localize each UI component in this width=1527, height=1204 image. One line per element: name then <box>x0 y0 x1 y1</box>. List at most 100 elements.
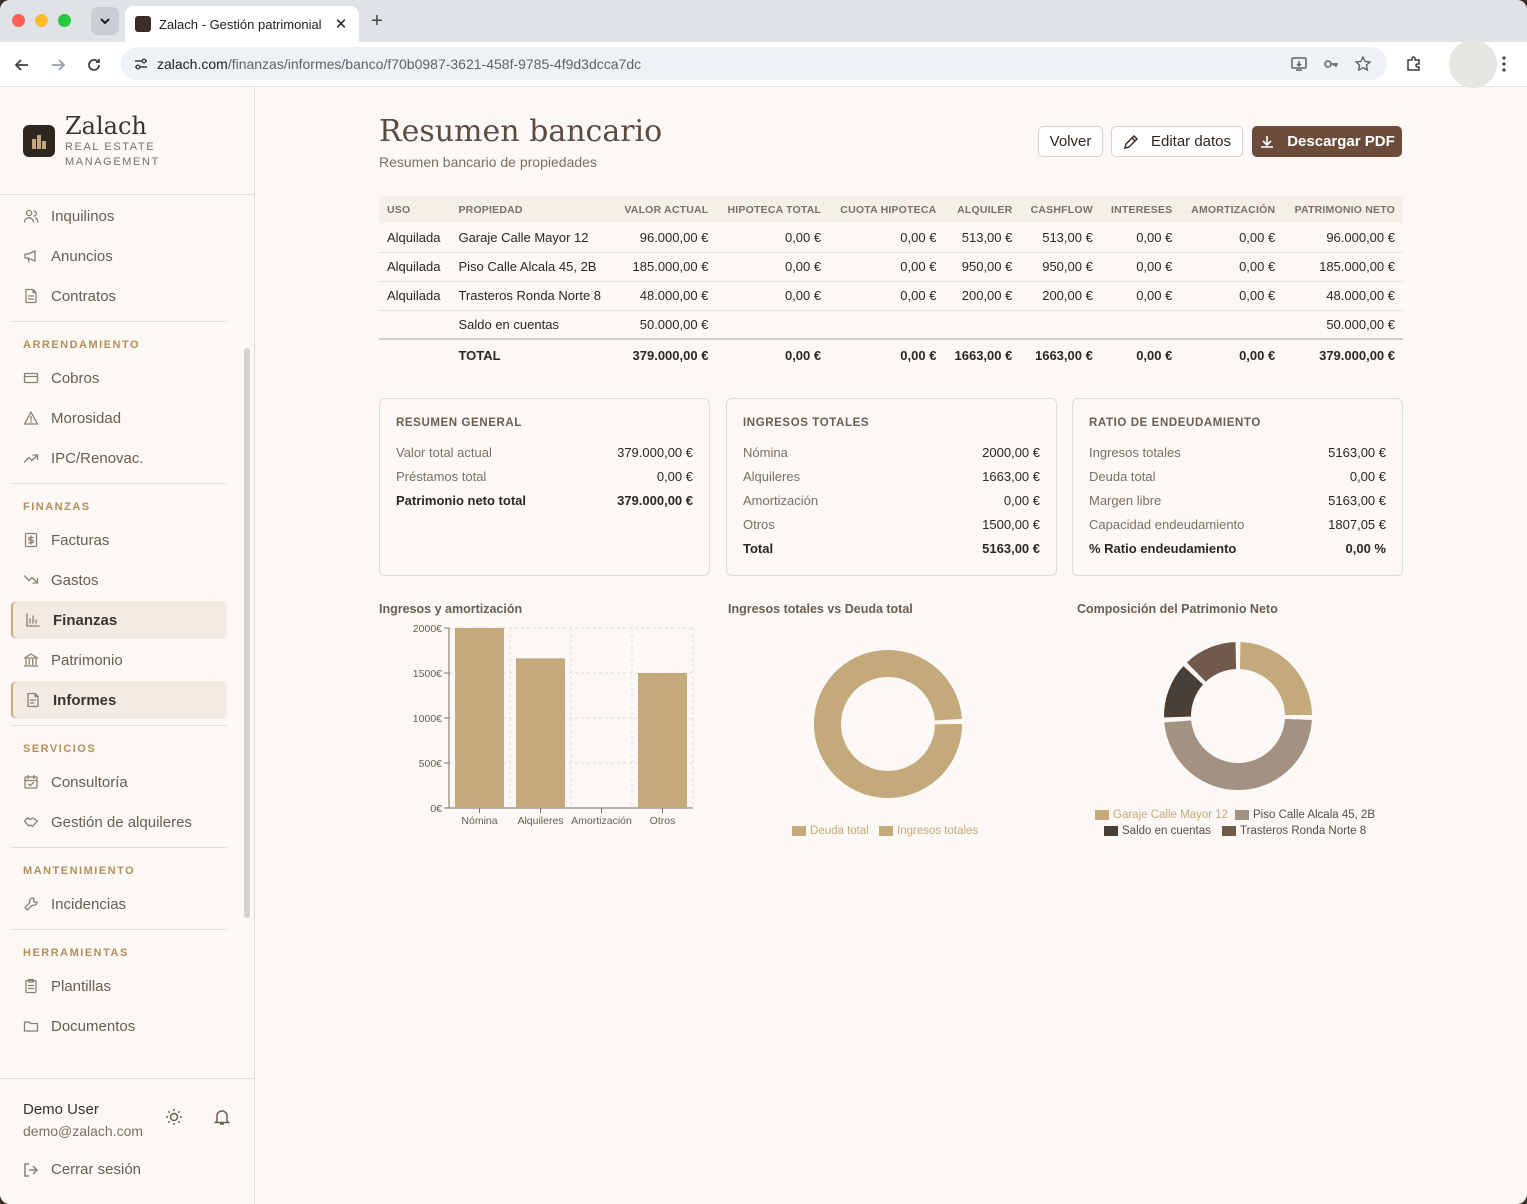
cell-patrimonio-neto: 48.000,00 € <box>1283 281 1403 311</box>
cell-cashflow: 513,00 € <box>1020 223 1101 253</box>
sidebar-item-incidencias[interactable]: Incidencias <box>11 885 227 923</box>
reload-button[interactable] <box>81 52 107 78</box>
browser-window: Zalach - Gestión patrimonial ✕ + zalach.… <box>0 0 1527 1204</box>
sidebar-item-consultoria[interactable]: Consultoría <box>11 763 227 801</box>
theme-toggle-button[interactable] <box>164 1107 184 1127</box>
cell-alquiler: 513,00 € <box>944 223 1021 253</box>
sidebar-item-ipc-renovac[interactable]: IPC/Renovac. <box>11 439 227 477</box>
column-header-propiedad[interactable]: PROPIEDAD <box>450 196 614 223</box>
sidebar-item-finanzas[interactable]: Finanzas <box>11 601 227 639</box>
key-icon[interactable] <box>1321 54 1341 74</box>
bookmark-star-icon[interactable] <box>1353 54 1373 74</box>
back-page-label: Volver <box>1049 133 1092 150</box>
trending-down-icon <box>23 572 39 588</box>
card-row: Total 5163,00 € <box>743 541 1040 557</box>
minimize-window-button[interactable] <box>35 14 48 27</box>
y-tick-label: 1500€ <box>413 668 442 680</box>
wrench-icon <box>23 896 39 912</box>
slice-piso-calle-alcala-45-2b[interactable] <box>1162 716 1314 792</box>
table-total-row: TOTAL 379.000,00 €0,00 €0,00 €1663,00 €16… <box>379 338 1403 371</box>
back-page-button[interactable]: Volver <box>1038 126 1103 157</box>
column-header-intereses[interactable]: INTERESES <box>1100 196 1181 223</box>
summary-card-resumen-general: RESUMEN GENERAL Valor total actual 379.000… <box>379 398 710 576</box>
card-row-value: 5163,00 € <box>982 541 1040 556</box>
brand-subtitle-2: MANAGEMENT <box>65 156 160 168</box>
brand[interactable]: Zalach REAL ESTATE MANAGEMENT <box>23 112 160 170</box>
cell-cuota-hipoteca: 0,00 € <box>829 252 945 282</box>
column-header-cashflow[interactable]: CASHFLOW <box>1020 196 1101 223</box>
cell-uso <box>379 310 451 340</box>
cell-alquiler: 950,00 € <box>944 252 1021 282</box>
download-pdf-label: Descargar PDF <box>1287 133 1395 150</box>
zoom-window-button[interactable] <box>58 14 71 27</box>
browser-tab[interactable]: Zalach - Gestión patrimonial ✕ <box>125 6 359 42</box>
close-tab-icon[interactable]: ✕ <box>333 15 349 33</box>
column-header-uso[interactable]: USO <box>379 196 451 223</box>
extensions-button[interactable] <box>1402 52 1426 76</box>
edit-data-button[interactable]: Editar datos <box>1111 126 1243 157</box>
cell-hipoteca-total: 0,00 € <box>716 281 830 311</box>
legend-item-trasteros-ronda-norte-8[interactable]: Trasteros Ronda Norte 8 <box>1222 825 1366 837</box>
new-tab-button[interactable]: + <box>366 10 388 32</box>
card-row: Amortización 0,00 € <box>743 493 1040 509</box>
notifications-button[interactable] <box>212 1107 232 1127</box>
arrow-right-icon <box>52 59 66 71</box>
column-header-alquiler[interactable]: ALQUILER <box>944 196 1021 223</box>
cell-cashflow: 1663,00 € <box>1020 338 1101 371</box>
sidebar-item-contratos[interactable]: Contratos <box>11 277 227 315</box>
sidebar-item-label: Finanzas <box>53 611 118 629</box>
sidebar-item-label: Anuncios <box>51 247 113 265</box>
card-row-value: 0,00 € <box>1349 469 1386 484</box>
legend-item-ingresos-totales[interactable]: Ingresos totales <box>879 825 978 837</box>
page-subtitle: Resumen bancario de propiedades <box>379 154 597 170</box>
legend-item-deuda-total[interactable]: Deuda total <box>792 825 869 837</box>
slice-garaje-calle-mayor-12[interactable] <box>1237 639 1315 718</box>
profile-avatar[interactable] <box>1449 40 1497 88</box>
card-row: Margen libre 5163,00 € <box>1089 493 1386 509</box>
sidebar-item-morosidad[interactable]: Morosidad <box>11 399 227 437</box>
cell-alquiler: 1663,00 € <box>944 338 1021 371</box>
cell-cuota-hipoteca <box>829 310 945 340</box>
close-window-button[interactable] <box>12 14 25 27</box>
address-bar[interactable]: zalach.com/finanzas/informes/banco/f70b0… <box>121 47 1387 80</box>
sidebar-item-facturas[interactable]: Facturas <box>11 521 227 559</box>
column-header-amortizacion[interactable]: AMORTIZACIÓN <box>1180 196 1284 223</box>
cell-uso: Alquilada <box>379 252 451 282</box>
column-header-cuota-hipoteca[interactable]: CUOTA HIPOTECA <box>829 196 945 223</box>
sidebar-item-documentos[interactable]: Documentos <box>11 1007 227 1045</box>
sidebar-item-informes[interactable]: Informes <box>11 681 227 719</box>
legend-item-piso-calle-alcala-45-2b[interactable]: Piso Calle Alcala 45, 2B <box>1235 809 1375 821</box>
card-row: Nómina 2000,00 € <box>743 445 1040 461</box>
card-row-value: 1807,05 € <box>1328 517 1386 532</box>
site-settings-icon[interactable] <box>131 54 151 74</box>
y-tick-label: 500€ <box>419 758 443 770</box>
sidebar-item-gastos[interactable]: Gastos <box>11 561 227 599</box>
back-button[interactable] <box>9 52 35 78</box>
column-header-patrimonio-neto[interactable]: PATRIMONIO NETO <box>1283 196 1403 223</box>
sidebar-item-label: Documentos <box>51 1017 136 1035</box>
legend-swatch <box>1235 810 1249 820</box>
forward-button[interactable] <box>45 52 71 78</box>
sidebar-scrollbar[interactable] <box>244 348 250 918</box>
cell-hipoteca-total <box>716 310 830 340</box>
cell-propiedad: Saldo en cuentas <box>450 310 614 340</box>
legend-item-saldo-en-cuentas[interactable]: Saldo en cuentas <box>1104 825 1211 837</box>
sidebar-item-gestion-de-alquileres[interactable]: Gestión de alquileres <box>11 803 227 841</box>
sidebar-item-inquilinos[interactable]: Inquilinos <box>11 197 227 235</box>
sidebar-item-plantillas[interactable]: Plantillas <box>11 967 227 1005</box>
column-header-hipoteca-total[interactable]: HIPOTECA TOTAL <box>716 196 830 223</box>
logout-button[interactable]: Cerrar sesión <box>23 1161 141 1178</box>
sidebar-item-anuncios[interactable]: Anuncios <box>11 237 227 275</box>
report-icon <box>25 692 41 708</box>
install-app-icon[interactable] <box>1289 54 1309 74</box>
legend-item-garaje-calle-mayor-12[interactable]: Garaje Calle Mayor 12 <box>1095 809 1228 821</box>
slice-ingresos-totales[interactable] <box>812 648 964 800</box>
logout-icon <box>24 1162 39 1177</box>
sidebar-section-servicios: SERVICIOS <box>23 743 97 755</box>
sidebar-item-cobros[interactable]: Cobros <box>11 359 227 397</box>
sidebar-item-patrimonio[interactable]: Patrimonio <box>11 641 227 679</box>
column-header-valor-actual[interactable]: VALOR ACTUAL <box>613 196 717 223</box>
tab-search-button[interactable] <box>91 7 119 35</box>
download-pdf-button[interactable]: Descargar PDF <box>1252 126 1402 157</box>
cell-intereses: 0,00 € <box>1100 252 1181 282</box>
